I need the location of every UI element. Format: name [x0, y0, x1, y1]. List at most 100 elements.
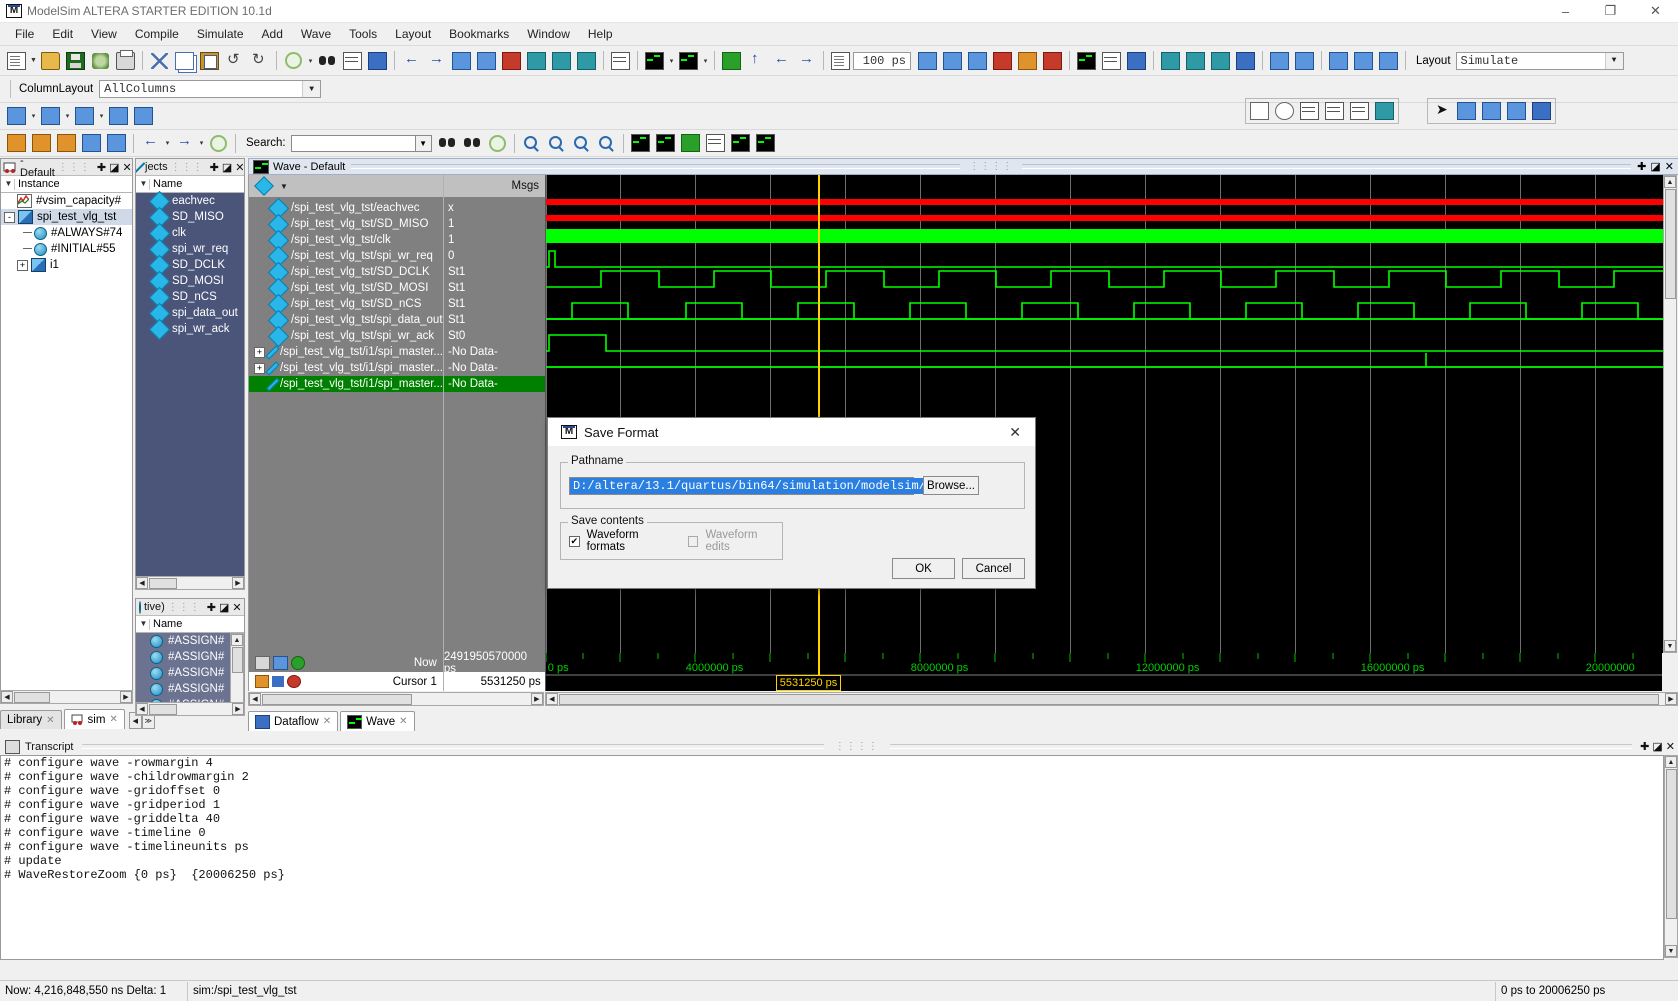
chevron-down-icon[interactable]: ▼	[1605, 53, 1623, 69]
modelsim-help-button[interactable]	[366, 49, 389, 72]
sim-up-button[interactable]	[745, 49, 768, 72]
step-over-button[interactable]	[550, 49, 573, 72]
active-hscrollbar[interactable]: ◀ ▶	[135, 702, 245, 717]
bookmark-add-button[interactable]	[1268, 49, 1291, 72]
run-cont-button[interactable]	[966, 49, 989, 72]
scroll-left-arrow-4[interactable]: ◀	[249, 693, 261, 705]
menu-view[interactable]: View	[82, 24, 126, 44]
list-item[interactable]: SD_MISO	[136, 209, 244, 225]
wave-cursor2-button[interactable]	[677, 49, 700, 72]
browse-button[interactable]: Browse...	[923, 476, 979, 495]
sim-column-header[interactable]: ▼ Instance	[1, 176, 132, 193]
undo-button[interactable]	[223, 49, 246, 72]
scroll-up-arrow[interactable]: ▲	[231, 634, 243, 646]
close-panel-icon-3[interactable]: ✕	[232, 601, 241, 614]
menu-help[interactable]: Help	[579, 24, 622, 44]
wave-col-2-button[interactable]	[1273, 100, 1296, 123]
menu-layout[interactable]: Layout	[386, 24, 440, 44]
wave-names-dropdown-icon[interactable]: ▼	[280, 182, 288, 191]
coverage-button[interactable]	[609, 49, 632, 72]
transcript-text[interactable]: # configure wave -rowmargin 4 # configur…	[0, 755, 1664, 960]
signal-group-button[interactable]	[1352, 49, 1375, 72]
wave-canvas-hscroll[interactable]: ◀ ▶	[545, 692, 1678, 706]
scroll-thumb-2[interactable]	[149, 578, 177, 589]
list-item[interactable]: #ASSIGN#	[136, 665, 230, 681]
cursor-flag[interactable]: 5531250 ps	[776, 675, 842, 691]
maximize-panel-icon[interactable]: ◪	[109, 161, 119, 174]
step-fwd-button[interactable]	[425, 49, 448, 72]
menu-simulate[interactable]: Simulate	[188, 24, 253, 44]
wave-cursor-dropdown[interactable]: ▾	[667, 49, 676, 72]
list-item[interactable]: SD_MOSI	[136, 273, 244, 289]
transcript-vscrollbar[interactable]: ▲ ▼	[1664, 755, 1678, 958]
run-button[interactable]	[450, 49, 473, 72]
menu-window[interactable]: Window	[518, 24, 579, 44]
table-row[interactable]: /spi_test_vlg_tst/spi_wr_ack	[249, 328, 443, 344]
chevron-down-icon-2[interactable]: ▼	[302, 81, 320, 97]
list-item[interactable]: spi_data_out	[136, 305, 244, 321]
wave-cursor-button[interactable]	[643, 49, 666, 72]
select-mode-button[interactable]: ➤	[1430, 100, 1453, 123]
wave-drag-handle[interactable]: ⋮⋮⋮⋮	[966, 161, 1016, 172]
objects-hscrollbar[interactable]: ◀ ▶	[135, 576, 245, 591]
wave-format-3-button[interactable]	[679, 132, 702, 155]
list-item[interactable]: clk	[136, 225, 244, 241]
wave-col-1-button[interactable]	[1248, 100, 1271, 123]
minimize-button[interactable]: –	[1543, 1, 1588, 22]
compile-button[interactable]	[282, 49, 305, 72]
sort-arrow-icon[interactable]: ▼	[3, 179, 15, 190]
scroll-right-arrow-4[interactable]: ▶	[531, 693, 543, 705]
list-item[interactable]: #ASSIGN#	[136, 633, 230, 649]
waveform-formats-checkbox[interactable]: ✔	[569, 536, 580, 547]
menu-add[interactable]: Add	[253, 24, 292, 44]
zoom-full-button[interactable]	[570, 132, 593, 155]
wave-edit-3-dropdown[interactable]: ▾	[97, 105, 106, 128]
continue-button[interactable]	[475, 49, 498, 72]
memory-button[interactable]	[1159, 49, 1182, 72]
list-view-button[interactable]	[1100, 49, 1123, 72]
expand-expander[interactable]: +	[254, 347, 265, 358]
wave-collapse-button[interactable]	[173, 132, 196, 155]
wave-format-1-button[interactable]	[629, 132, 652, 155]
wave-find-next-button[interactable]	[105, 132, 128, 155]
watch-button[interactable]	[1184, 49, 1207, 72]
wave-expand-button[interactable]	[139, 132, 162, 155]
paste-button[interactable]	[198, 49, 221, 72]
transcript-scroll-up[interactable]: ▲	[1665, 756, 1677, 768]
compile-dropdown[interactable]: ▾	[306, 49, 315, 72]
open-button[interactable]	[39, 49, 62, 72]
now-icon[interactable]	[273, 656, 288, 670]
zoom-mode-button[interactable]	[1455, 100, 1478, 123]
scroll-thumb-v[interactable]	[232, 647, 243, 673]
scroll-right-arrow[interactable]: ▶	[120, 691, 132, 703]
wave-view-button[interactable]	[1075, 49, 1098, 72]
tree-row-always74[interactable]: #ALWAYS#74	[1, 225, 132, 241]
scroll-right-arrow-2[interactable]: ▶	[232, 577, 244, 589]
active-column-header[interactable]: ▼ Name	[136, 616, 244, 633]
schematic-button[interactable]	[1234, 49, 1257, 72]
tree-row-spi-test-vlg-tst[interactable]: - spi_test_vlg_tst	[1, 209, 132, 225]
tree-row-i1[interactable]: + i1	[1, 257, 132, 273]
save-button[interactable]	[64, 49, 87, 72]
wave-cursor-del-button[interactable]	[30, 132, 53, 155]
wave-expand-dropdown[interactable]: ▾	[163, 132, 172, 155]
restart-button[interactable]	[525, 49, 548, 72]
wave-col-5-button[interactable]	[1348, 100, 1371, 123]
print-button[interactable]	[114, 49, 137, 72]
dataflow-view-button[interactable]	[1125, 49, 1148, 72]
transcript-close-icon[interactable]: ✕	[1666, 740, 1675, 753]
sim-right-button[interactable]	[795, 49, 818, 72]
wave-format-2-button[interactable]	[654, 132, 677, 155]
close-icon-4[interactable]: ✕	[399, 716, 407, 727]
cursor-edit-icon[interactable]	[272, 676, 284, 687]
drag-handle-dots-2[interactable]: ⋮⋮⋮	[168, 162, 207, 173]
wave-edit-1-button[interactable]	[5, 105, 28, 128]
wave-edit-4-button[interactable]	[107, 105, 130, 128]
sort-arrow-icon-3[interactable]: ▼	[138, 619, 150, 630]
menu-file[interactable]: File	[6, 24, 43, 44]
run-all-button[interactable]	[941, 49, 964, 72]
menu-tools[interactable]: Tools	[340, 24, 386, 44]
wave-find-prev-button[interactable]	[80, 132, 103, 155]
wave-scroll-down[interactable]: ▼	[1664, 640, 1676, 652]
undock-plus-icon-3[interactable]: ✚	[207, 601, 216, 614]
